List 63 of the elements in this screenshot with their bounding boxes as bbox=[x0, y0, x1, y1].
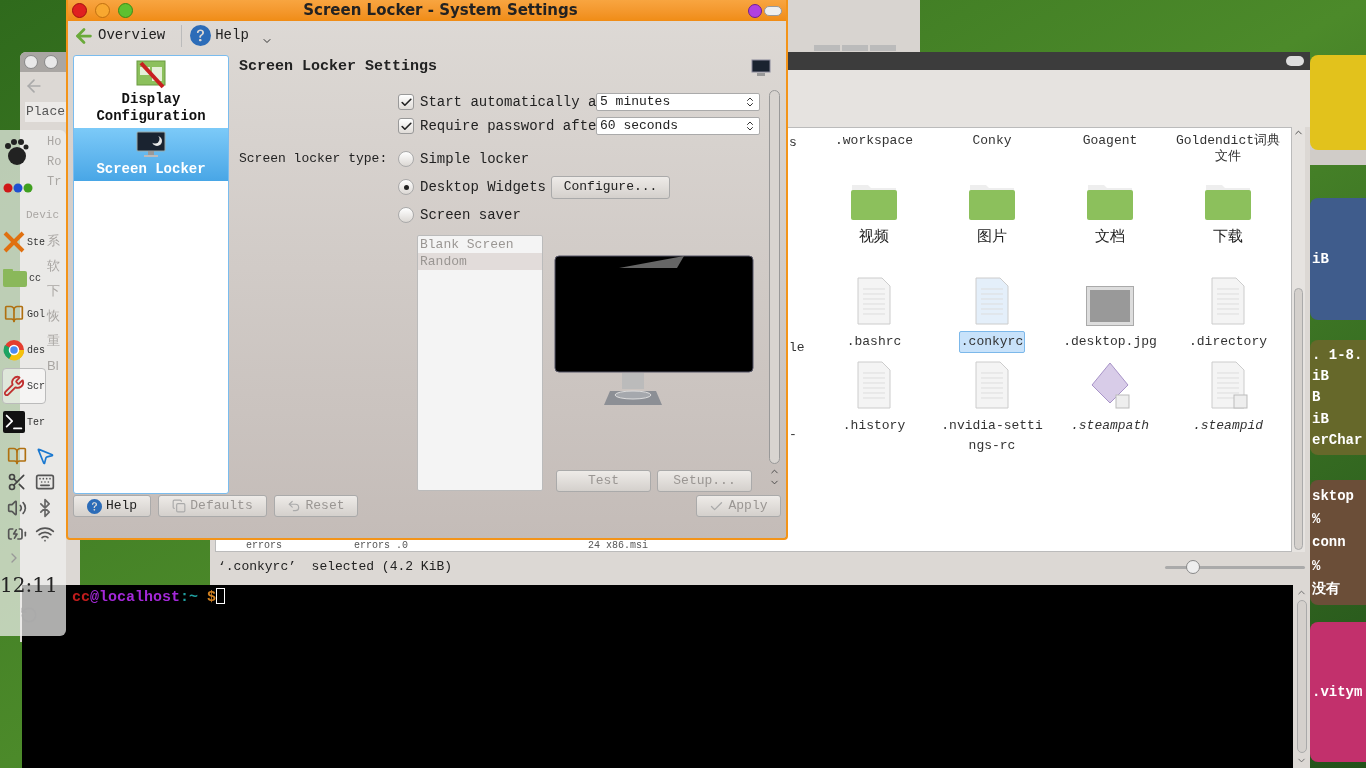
conky-text: iB bbox=[1311, 369, 1330, 384]
file-name[interactable]: 24 x86.msi bbox=[588, 540, 688, 552]
launcher-item[interactable]: Ter bbox=[2, 404, 46, 440]
status-text: ‘.conkyrc’ selected (4.2 KiB) bbox=[218, 558, 453, 577]
file-name[interactable]: .steampid bbox=[1190, 415, 1266, 437]
page-heading: Screen Locker Settings bbox=[239, 57, 438, 78]
launcher-item[interactable]: des bbox=[2, 332, 46, 368]
file-name[interactable]: .bashrc bbox=[844, 331, 904, 353]
prompt-text: cc bbox=[72, 588, 90, 608]
radio-label: Screen saver bbox=[420, 205, 521, 225]
section-label: Devic bbox=[26, 208, 59, 223]
places-tab[interactable]: Place bbox=[25, 102, 66, 122]
file-name[interactable]: .desktop.jpg bbox=[1061, 331, 1159, 353]
launcher-item[interactable]: Ste bbox=[2, 224, 46, 260]
help-menu-button[interactable]: Help bbox=[190, 24, 273, 47]
folder-name[interactable]: Conky bbox=[972, 133, 1012, 149]
conky-text: iB bbox=[1311, 411, 1330, 426]
push-button[interactable]: Help bbox=[73, 495, 151, 517]
prompt-text: @localhost bbox=[90, 588, 181, 608]
file-name[interactable]: errors bbox=[246, 540, 354, 552]
launcher-item[interactable]: Scr bbox=[2, 368, 46, 404]
radio-label: Simple locker bbox=[420, 149, 530, 169]
dropdown[interactable]: 60 seconds bbox=[596, 117, 760, 135]
clock: 12:11 bbox=[0, 572, 58, 599]
folder-name[interactable]: 下载 bbox=[1213, 225, 1243, 248]
file-name[interactable]: errors .0 bbox=[354, 540, 588, 552]
folder-name[interactable]: 图片 bbox=[977, 225, 1007, 248]
folder-name[interactable]: 文档 bbox=[1095, 225, 1125, 248]
launcher-item[interactable]: Gol bbox=[2, 296, 46, 332]
file-name[interactable]: .directory bbox=[1187, 331, 1269, 353]
file-name[interactable]: .history bbox=[840, 415, 908, 437]
conky-text: % bbox=[1311, 558, 1322, 573]
conky-text: iB bbox=[1311, 252, 1330, 266]
field-label: Screen locker type: bbox=[239, 150, 389, 168]
option-label: Start automatically a bbox=[420, 92, 596, 112]
window-title: Screen Locker - System Settings bbox=[302, 0, 579, 22]
folder-name[interactable]: Goagent bbox=[1082, 133, 1138, 149]
conky-text: 没有 bbox=[1311, 582, 1341, 597]
conky-text: . 1-8. bbox=[1311, 347, 1364, 362]
conky-text: sktop bbox=[1311, 488, 1355, 503]
file-name[interactable]: .conkyrc bbox=[958, 331, 1026, 353]
option-label: Require password afte bbox=[420, 116, 596, 136]
file-name[interactable]: le bbox=[789, 337, 815, 357]
module-item[interactable]: Display Configuration bbox=[74, 56, 228, 128]
conky-text: .vitym bbox=[1311, 685, 1364, 699]
folder-name[interactable]: 视频 bbox=[859, 225, 889, 248]
conky-text: % bbox=[1311, 512, 1322, 527]
push-button[interactable]: Configure... bbox=[551, 175, 671, 199]
file-name[interactable]: - bbox=[789, 425, 815, 445]
prompt-text: :~ bbox=[180, 588, 199, 608]
file-name[interactable]: s bbox=[789, 133, 815, 153]
conky-text: erChar bbox=[1311, 433, 1364, 448]
overview-button[interactable]: Overview bbox=[72, 24, 183, 47]
conky-text: B bbox=[1311, 390, 1322, 405]
file-name[interactable]: .nvidia-settings-rc bbox=[937, 415, 1047, 457]
launcher-item[interactable]: cc bbox=[2, 260, 46, 296]
folder-name[interactable]: Goldendict词典文件 bbox=[1172, 133, 1284, 165]
dropdown[interactable]: 5 minutes bbox=[596, 93, 760, 111]
folder-name[interactable]: .workspace bbox=[835, 133, 913, 149]
file-name[interactable]: .steampath bbox=[1069, 415, 1151, 437]
conky-text: conn bbox=[1311, 535, 1347, 550]
prompt-text: $ bbox=[206, 588, 217, 608]
radio-label: Desktop Widgets bbox=[420, 177, 547, 197]
